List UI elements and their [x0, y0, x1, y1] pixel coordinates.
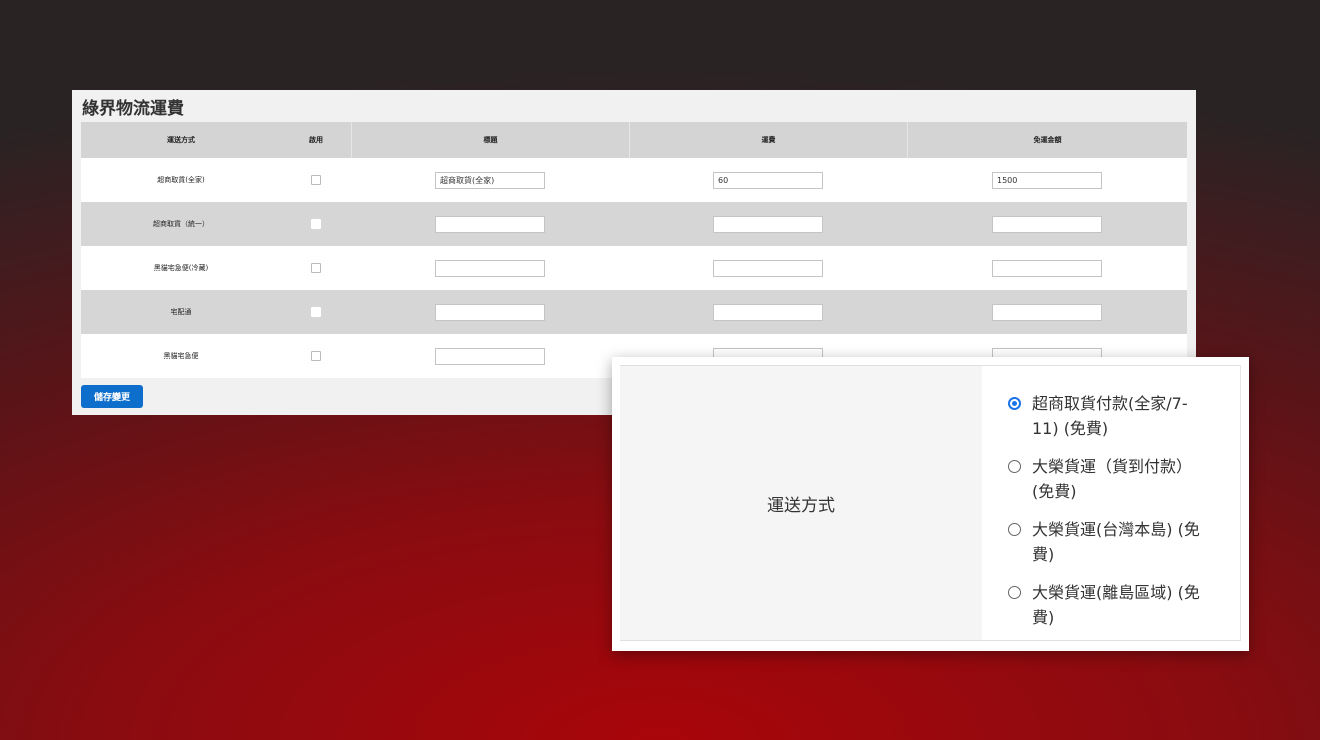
fee-input[interactable] [713, 215, 823, 233]
table-row: 宅配通 [81, 290, 1187, 334]
title-input[interactable] [435, 215, 545, 233]
shipping-method-label-cell: 運送方式 [620, 365, 982, 641]
title-input[interactable]: 超商取貨(全家) [435, 171, 545, 189]
method-name: 超商取貨（統一） [153, 220, 209, 228]
free-amount-input[interactable] [992, 215, 1102, 233]
enable-checkbox[interactable] [311, 307, 321, 317]
column-header-enabled: 啟用 [309, 136, 323, 144]
column-header-fee: 運費 [629, 122, 907, 158]
method-name: 黑貓宅急便(冷藏) [153, 264, 209, 272]
option-label-line1: 大榮貨運(離島區域) (免 [1032, 583, 1200, 602]
free-amount-input[interactable] [992, 259, 1102, 277]
shipping-option-kerry-cod[interactable]: 大榮貨運（貨到付款） (免費) [1008, 454, 1223, 504]
panel-title: 綠界物流運費 [82, 99, 184, 119]
table-header-row: 運送方式 啟用 標題 運費 免運金額 [81, 122, 1187, 158]
title-input[interactable] [435, 303, 545, 321]
shipping-option-kerry-islands[interactable]: 大榮貨運(離島區域) (免 費) [1008, 580, 1223, 630]
shipping-option-cvs-pickup[interactable]: 超商取貨付款(全家/7- 11) (免費) [1008, 391, 1223, 441]
shipping-method-label: 運送方式 [767, 495, 835, 516]
enable-checkbox[interactable] [311, 351, 321, 361]
option-label-line2: (免費) [1032, 482, 1077, 501]
radio-selected-icon[interactable] [1008, 397, 1021, 410]
option-label-line1: 大榮貨運(台灣本島) (免 [1032, 520, 1200, 539]
method-name: 超商取貨(全家) [157, 176, 205, 184]
method-name: 黑貓宅急便 [163, 352, 199, 360]
table-row: 黑貓宅急便(冷藏) [81, 246, 1187, 290]
table-row: 超商取貨(全家) 超商取貨(全家) 60 1500 [81, 158, 1187, 202]
shipping-method-card: 運送方式 超商取貨付款(全家/7- 11) (免費) 大榮貨運（貨到付款） (免… [612, 357, 1249, 651]
option-label-line2: 費) [1032, 545, 1055, 564]
free-amount-input[interactable]: 1500 [992, 171, 1102, 189]
column-header-title: 標題 [351, 122, 629, 158]
shipping-option-kerry-mainland[interactable]: 大榮貨運(台灣本島) (免 費) [1008, 517, 1223, 567]
enable-checkbox[interactable] [311, 263, 321, 273]
fee-input[interactable]: 60 [713, 171, 823, 189]
column-header-method: 運送方式 [167, 136, 195, 144]
fee-input[interactable] [713, 259, 823, 277]
option-label-line2: 費) [1032, 608, 1055, 627]
radio-icon[interactable] [1008, 523, 1021, 536]
option-label-line1: 超商取貨付款(全家/7- [1032, 394, 1188, 413]
title-input[interactable] [435, 259, 545, 277]
column-header-free-amount: 免運金額 [907, 122, 1187, 158]
option-label-line2: 11) (免費) [1032, 419, 1109, 438]
fee-input[interactable] [713, 303, 823, 321]
shipping-fee-table: 運送方式 啟用 標題 運費 免運金額 超商取貨(全家) 超商取貨(全家) 60 … [81, 122, 1187, 378]
radio-icon[interactable] [1008, 460, 1021, 473]
method-name: 宅配通 [170, 308, 192, 316]
option-label-line1: 大榮貨運（貨到付款） [1032, 457, 1193, 476]
enable-checkbox[interactable] [311, 219, 321, 229]
save-changes-button[interactable]: 儲存變更 [81, 385, 143, 408]
radio-icon[interactable] [1008, 586, 1021, 599]
title-input[interactable] [435, 347, 545, 365]
table-row: 超商取貨（統一） [81, 202, 1187, 246]
enable-checkbox[interactable] [311, 175, 321, 185]
free-amount-input[interactable] [992, 303, 1102, 321]
shipping-options-group: 超商取貨付款(全家/7- 11) (免費) 大榮貨運（貨到付款） (免費) 大榮… [982, 365, 1241, 641]
